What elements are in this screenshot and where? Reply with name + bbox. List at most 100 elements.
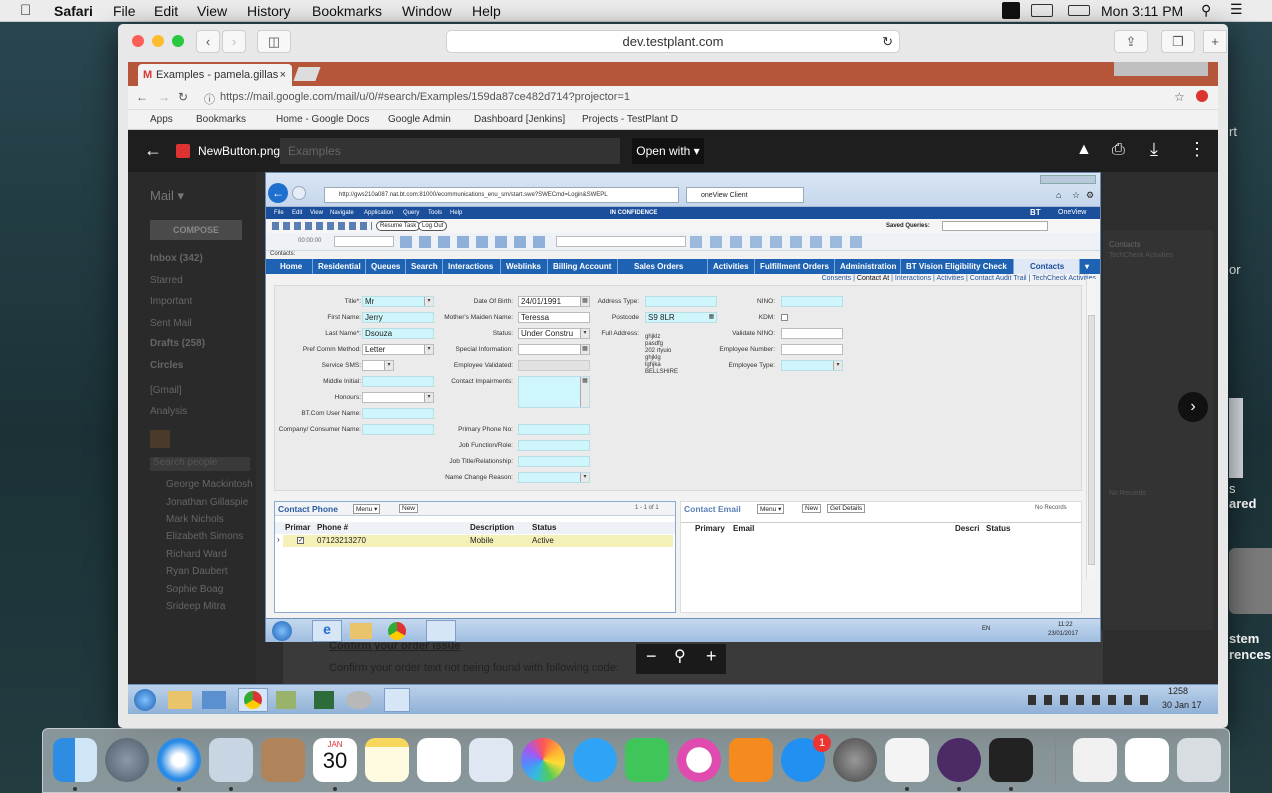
chrome-info-icon[interactable]: ⓘ <box>204 91 215 107</box>
btcom-user-field[interactable] <box>362 408 434 419</box>
menu-window[interactable]: Window <box>402 3 452 19</box>
title-select[interactable]: Mr ▾ <box>362 296 434 307</box>
preview-icon[interactable] <box>209 738 253 782</box>
zoom-button[interactable] <box>172 35 184 47</box>
chrome-back-icon[interactable]: ← <box>136 90 148 104</box>
maiden-name-field[interactable]: Teressa <box>518 312 590 323</box>
finder-icon[interactable] <box>53 738 97 782</box>
ie-favorites-icon[interactable]: ☆ <box>1072 190 1080 201</box>
contact-list-item[interactable]: Mark Nichols <box>166 514 224 525</box>
service-sms-select[interactable]: ▾ <box>362 360 394 371</box>
employee-type-select[interactable]: ▾ <box>781 360 843 371</box>
bookmark-projects[interactable]: Projects - TestPlant D <box>582 114 678 125</box>
email-menu-button[interactable]: Menu ▾ <box>757 504 785 514</box>
taskbar-ie-icon[interactable]: e <box>312 620 342 642</box>
ov-menu-query[interactable]: Query <box>403 207 419 219</box>
gmail-mail-label[interactable]: Mail ▾ <box>150 188 184 204</box>
battery-icon[interactable] <box>1068 5 1090 16</box>
ov-menu-tools[interactable]: Tools <box>428 207 442 219</box>
chevron-down-icon[interactable]: ▾ <box>384 361 393 370</box>
sublink-consents[interactable]: Consents <box>822 275 852 282</box>
postcode-field[interactable]: S9 8LR ▦ <box>645 312 717 323</box>
postcode-lookup-icon[interactable]: ▦ <box>707 313 716 322</box>
menu-help[interactable]: Help <box>472 3 501 19</box>
contact-list-item[interactable]: Jonathan Gillaspie <box>166 497 248 508</box>
last-name-field[interactable]: Dsouza <box>362 328 434 339</box>
resume-task-button[interactable]: Resume Task <box>376 221 421 231</box>
tray-language[interactable]: EN <box>982 626 990 632</box>
chrome-forward-icon[interactable]: → <box>158 90 170 104</box>
name-change-select[interactable]: ▾ <box>518 472 590 483</box>
remote-terminal-icon[interactable] <box>314 691 334 709</box>
forward-button[interactable]: › <box>222 30 246 53</box>
nav-analysis[interactable]: Analysis <box>150 406 187 417</box>
contact-list-item[interactable]: Elizabeth Simons <box>166 531 243 542</box>
taskbar-skype-icon[interactable] <box>426 620 456 642</box>
zoom-out-icon[interactable]: − <box>646 646 657 667</box>
launchpad-icon[interactable] <box>105 738 149 782</box>
menu-history[interactable]: History <box>247 3 291 19</box>
expand-icon[interactable]: ▦ <box>580 345 589 354</box>
safari-icon[interactable] <box>157 738 201 782</box>
nav-drafts[interactable]: Drafts (258) <box>150 338 205 349</box>
remote-db-icon[interactable] <box>346 691 372 709</box>
textedit-icon[interactable] <box>885 738 929 782</box>
minimize-button[interactable] <box>152 35 164 47</box>
tab-home[interactable]: Home <box>266 259 313 274</box>
chrome-tab[interactable]: M Examples - pamela.gillas × <box>138 64 292 86</box>
tray-clock-date[interactable]: 23/01/2017 <box>1048 631 1078 637</box>
remote-explorer-icon[interactable] <box>168 691 192 709</box>
back-button[interactable]: ‹ <box>196 30 220 53</box>
chevron-down-icon[interactable]: ▾ <box>424 393 433 402</box>
messages-icon[interactable] <box>573 738 617 782</box>
tray-clock-time[interactable]: 11:22 <box>1058 622 1073 628</box>
close-tab-icon[interactable]: × <box>280 64 286 86</box>
saved-queries-select[interactable] <box>942 221 1048 231</box>
keynote-icon[interactable] <box>469 738 513 782</box>
apple-icon[interactable]:  <box>20 2 31 19</box>
tabs-button[interactable]: ❐ <box>1161 30 1195 53</box>
nav-important[interactable]: Important <box>150 296 192 307</box>
tab-contacts[interactable]: Contacts <box>1014 259 1080 274</box>
spotlight-icon[interactable]: ⚲ <box>1201 2 1211 19</box>
address-type-field[interactable] <box>645 296 717 307</box>
ov-menu-navigate[interactable]: Navigate <box>330 207 354 219</box>
tab-activities[interactable]: Activities <box>708 259 755 274</box>
sublink-activities[interactable]: Activities <box>936 275 964 282</box>
email-new-button[interactable]: New <box>802 504 822 513</box>
tab-administration[interactable]: Administration <box>835 259 901 274</box>
company-field[interactable] <box>362 424 434 435</box>
tab-search[interactable]: Search <box>406 259 443 274</box>
remote-clock-time[interactable]: 1258 <box>1168 686 1188 696</box>
sublink-interactions[interactable]: Interactions <box>895 275 931 282</box>
job-title-field[interactable] <box>518 456 590 467</box>
chrome-new-tab[interactable] <box>293 67 321 81</box>
sublink-audit-trail[interactable]: Contact Audit Trail <box>970 275 1027 282</box>
job-function-field[interactable] <box>518 440 590 451</box>
ie-forward-icon[interactable] <box>292 186 306 200</box>
cti-icons[interactable] <box>400 236 550 248</box>
col-email-primary[interactable]: Primary <box>695 524 725 533</box>
tab-billing-account[interactable]: Billing Account <box>548 259 618 274</box>
tab-fulfillment-orders[interactable]: Fulfillment Orders <box>755 259 835 274</box>
notes-icon[interactable] <box>365 738 409 782</box>
right-contacts-tab[interactable]: Contacts <box>1109 240 1141 249</box>
itunes-icon[interactable] <box>677 738 721 782</box>
bookmark-google-admin[interactable]: Google Admin <box>388 114 451 125</box>
taskbar-chrome-icon[interactable] <box>388 622 406 640</box>
system-preferences-icon[interactable] <box>1229 548 1272 614</box>
get-details-button[interactable]: Get Details <box>827 504 866 513</box>
safari-url-field[interactable]: dev.testplant.com ↻ <box>446 30 900 53</box>
remote-clock-date[interactable]: 30 Jan 17 <box>1162 700 1202 710</box>
chevron-down-icon[interactable]: ▾ <box>424 297 433 306</box>
notification-center-icon[interactable]: ☰ <box>1230 1 1243 18</box>
zoom-reset-icon[interactable]: ⚲ <box>674 646 686 666</box>
viewer-back-icon[interactable]: ← <box>144 140 162 161</box>
viewer-next-icon[interactable]: › <box>1178 392 1208 422</box>
pref-comm-select[interactable]: Letter ▾ <box>362 344 434 355</box>
impairments-textarea[interactable]: ▦ <box>518 376 590 408</box>
bookmark-star-icon[interactable]: ☆ <box>1174 90 1185 104</box>
employee-number-field[interactable] <box>781 344 843 355</box>
cti-icons-right[interactable] <box>690 236 870 248</box>
ie-window-controls[interactable] <box>1040 175 1096 184</box>
